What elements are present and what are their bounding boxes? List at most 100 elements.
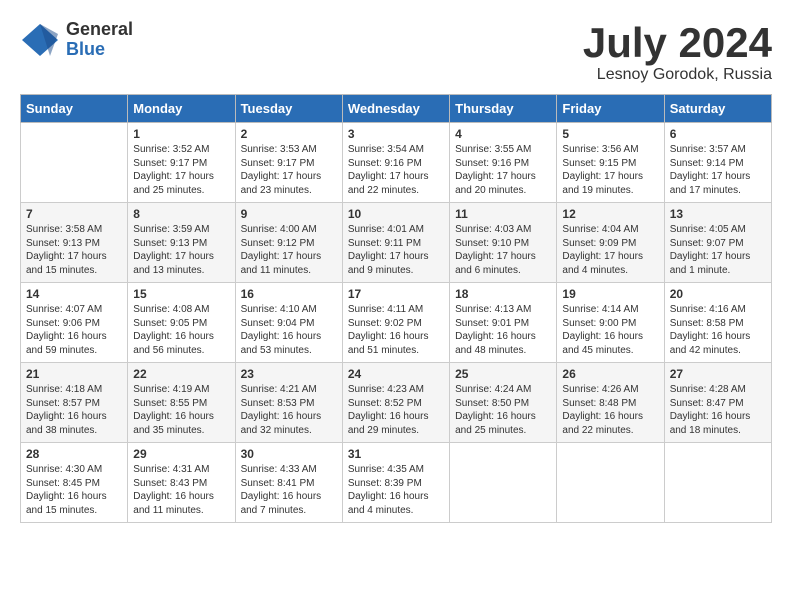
logo-blue-text: Blue <box>66 40 133 60</box>
title-block: July 2024 Lesnoy Gorodok, Russia <box>583 20 772 84</box>
day-info: Sunrise: 3:56 AMSunset: 9:15 PMDaylight:… <box>562 143 658 197</box>
day-number: 10 <box>348 207 444 221</box>
header-day-monday: Monday <box>128 95 235 123</box>
calendar-cell: 26 Sunrise: 4:26 AMSunset: 8:48 PMDaylig… <box>557 363 664 443</box>
day-info: Sunrise: 3:58 AMSunset: 9:13 PMDaylight:… <box>26 223 122 277</box>
day-info: Sunrise: 4:21 AMSunset: 8:53 PMDaylight:… <box>241 383 337 437</box>
day-info: Sunrise: 4:18 AMSunset: 8:57 PMDaylight:… <box>26 383 122 437</box>
day-info: Sunrise: 4:35 AMSunset: 8:39 PMDaylight:… <box>348 463 444 517</box>
day-info: Sunrise: 4:08 AMSunset: 9:05 PMDaylight:… <box>133 303 229 357</box>
calendar-cell <box>557 443 664 523</box>
calendar-cell: 30 Sunrise: 4:33 AMSunset: 8:41 PMDaylig… <box>235 443 342 523</box>
day-number: 17 <box>348 287 444 301</box>
calendar-cell: 12 Sunrise: 4:04 AMSunset: 9:09 PMDaylig… <box>557 203 664 283</box>
day-number: 27 <box>670 367 766 381</box>
day-number: 25 <box>455 367 551 381</box>
month-title: July 2024 <box>583 20 772 66</box>
calendar-cell: 25 Sunrise: 4:24 AMSunset: 8:50 PMDaylig… <box>450 363 557 443</box>
day-info: Sunrise: 4:00 AMSunset: 9:12 PMDaylight:… <box>241 223 337 277</box>
calendar-table: SundayMondayTuesdayWednesdayThursdayFrid… <box>20 94 772 523</box>
day-number: 12 <box>562 207 658 221</box>
day-number: 1 <box>133 127 229 141</box>
day-info: Sunrise: 4:10 AMSunset: 9:04 PMDaylight:… <box>241 303 337 357</box>
week-row-3: 14 Sunrise: 4:07 AMSunset: 9:06 PMDaylig… <box>21 283 772 363</box>
day-number: 14 <box>26 287 122 301</box>
calendar-cell <box>450 443 557 523</box>
day-info: Sunrise: 4:16 AMSunset: 8:58 PMDaylight:… <box>670 303 766 357</box>
header-day-wednesday: Wednesday <box>342 95 449 123</box>
day-number: 7 <box>26 207 122 221</box>
logo-text: General Blue <box>66 20 133 60</box>
day-info: Sunrise: 4:30 AMSunset: 8:45 PMDaylight:… <box>26 463 122 517</box>
calendar-cell: 9 Sunrise: 4:00 AMSunset: 9:12 PMDayligh… <box>235 203 342 283</box>
day-info: Sunrise: 4:31 AMSunset: 8:43 PMDaylight:… <box>133 463 229 517</box>
calendar-cell: 15 Sunrise: 4:08 AMSunset: 9:05 PMDaylig… <box>128 283 235 363</box>
calendar-cell: 27 Sunrise: 4:28 AMSunset: 8:47 PMDaylig… <box>664 363 771 443</box>
header-row: SundayMondayTuesdayWednesdayThursdayFrid… <box>21 95 772 123</box>
calendar-cell: 21 Sunrise: 4:18 AMSunset: 8:57 PMDaylig… <box>21 363 128 443</box>
day-number: 18 <box>455 287 551 301</box>
calendar-cell: 17 Sunrise: 4:11 AMSunset: 9:02 PMDaylig… <box>342 283 449 363</box>
day-number: 8 <box>133 207 229 221</box>
day-info: Sunrise: 3:57 AMSunset: 9:14 PMDaylight:… <box>670 143 766 197</box>
day-info: Sunrise: 3:54 AMSunset: 9:16 PMDaylight:… <box>348 143 444 197</box>
day-number: 9 <box>241 207 337 221</box>
day-info: Sunrise: 4:13 AMSunset: 9:01 PMDaylight:… <box>455 303 551 357</box>
day-number: 4 <box>455 127 551 141</box>
day-number: 30 <box>241 447 337 461</box>
calendar-cell: 8 Sunrise: 3:59 AMSunset: 9:13 PMDayligh… <box>128 203 235 283</box>
calendar-cell: 2 Sunrise: 3:53 AMSunset: 9:17 PMDayligh… <box>235 123 342 203</box>
day-number: 21 <box>26 367 122 381</box>
day-info: Sunrise: 4:05 AMSunset: 9:07 PMDaylight:… <box>670 223 766 277</box>
day-number: 29 <box>133 447 229 461</box>
day-number: 2 <box>241 127 337 141</box>
day-info: Sunrise: 4:07 AMSunset: 9:06 PMDaylight:… <box>26 303 122 357</box>
calendar-cell <box>21 123 128 203</box>
header-day-thursday: Thursday <box>450 95 557 123</box>
day-info: Sunrise: 4:33 AMSunset: 8:41 PMDaylight:… <box>241 463 337 517</box>
calendar-cell: 7 Sunrise: 3:58 AMSunset: 9:13 PMDayligh… <box>21 203 128 283</box>
calendar-cell: 1 Sunrise: 3:52 AMSunset: 9:17 PMDayligh… <box>128 123 235 203</box>
week-row-5: 28 Sunrise: 4:30 AMSunset: 8:45 PMDaylig… <box>21 443 772 523</box>
day-number: 26 <box>562 367 658 381</box>
day-number: 11 <box>455 207 551 221</box>
day-number: 31 <box>348 447 444 461</box>
calendar-cell: 18 Sunrise: 4:13 AMSunset: 9:01 PMDaylig… <box>450 283 557 363</box>
day-info: Sunrise: 4:03 AMSunset: 9:10 PMDaylight:… <box>455 223 551 277</box>
day-number: 19 <box>562 287 658 301</box>
calendar-cell: 11 Sunrise: 4:03 AMSunset: 9:10 PMDaylig… <box>450 203 557 283</box>
calendar-cell: 10 Sunrise: 4:01 AMSunset: 9:11 PMDaylig… <box>342 203 449 283</box>
day-number: 5 <box>562 127 658 141</box>
day-number: 23 <box>241 367 337 381</box>
calendar-cell: 19 Sunrise: 4:14 AMSunset: 9:00 PMDaylig… <box>557 283 664 363</box>
day-number: 13 <box>670 207 766 221</box>
calendar-cell: 23 Sunrise: 4:21 AMSunset: 8:53 PMDaylig… <box>235 363 342 443</box>
logo-icon <box>20 22 60 58</box>
day-info: Sunrise: 3:52 AMSunset: 9:17 PMDaylight:… <box>133 143 229 197</box>
calendar-cell: 6 Sunrise: 3:57 AMSunset: 9:14 PMDayligh… <box>664 123 771 203</box>
calendar-cell: 31 Sunrise: 4:35 AMSunset: 8:39 PMDaylig… <box>342 443 449 523</box>
calendar-cell: 16 Sunrise: 4:10 AMSunset: 9:04 PMDaylig… <box>235 283 342 363</box>
day-number: 24 <box>348 367 444 381</box>
day-info: Sunrise: 4:11 AMSunset: 9:02 PMDaylight:… <box>348 303 444 357</box>
day-number: 3 <box>348 127 444 141</box>
calendar-cell: 3 Sunrise: 3:54 AMSunset: 9:16 PMDayligh… <box>342 123 449 203</box>
day-info: Sunrise: 4:19 AMSunset: 8:55 PMDaylight:… <box>133 383 229 437</box>
day-info: Sunrise: 4:28 AMSunset: 8:47 PMDaylight:… <box>670 383 766 437</box>
calendar-cell: 4 Sunrise: 3:55 AMSunset: 9:16 PMDayligh… <box>450 123 557 203</box>
header-day-saturday: Saturday <box>664 95 771 123</box>
calendar-cell: 29 Sunrise: 4:31 AMSunset: 8:43 PMDaylig… <box>128 443 235 523</box>
day-info: Sunrise: 4:26 AMSunset: 8:48 PMDaylight:… <box>562 383 658 437</box>
header-day-sunday: Sunday <box>21 95 128 123</box>
calendar-cell: 20 Sunrise: 4:16 AMSunset: 8:58 PMDaylig… <box>664 283 771 363</box>
location-title: Lesnoy Gorodok, Russia <box>583 66 772 84</box>
day-info: Sunrise: 3:59 AMSunset: 9:13 PMDaylight:… <box>133 223 229 277</box>
day-info: Sunrise: 4:04 AMSunset: 9:09 PMDaylight:… <box>562 223 658 277</box>
page-header: General Blue July 2024 Lesnoy Gorodok, R… <box>20 20 772 84</box>
day-info: Sunrise: 4:24 AMSunset: 8:50 PMDaylight:… <box>455 383 551 437</box>
calendar-cell: 13 Sunrise: 4:05 AMSunset: 9:07 PMDaylig… <box>664 203 771 283</box>
calendar-cell: 5 Sunrise: 3:56 AMSunset: 9:15 PMDayligh… <box>557 123 664 203</box>
logo-general-text: General <box>66 20 133 40</box>
day-number: 15 <box>133 287 229 301</box>
day-info: Sunrise: 4:01 AMSunset: 9:11 PMDaylight:… <box>348 223 444 277</box>
